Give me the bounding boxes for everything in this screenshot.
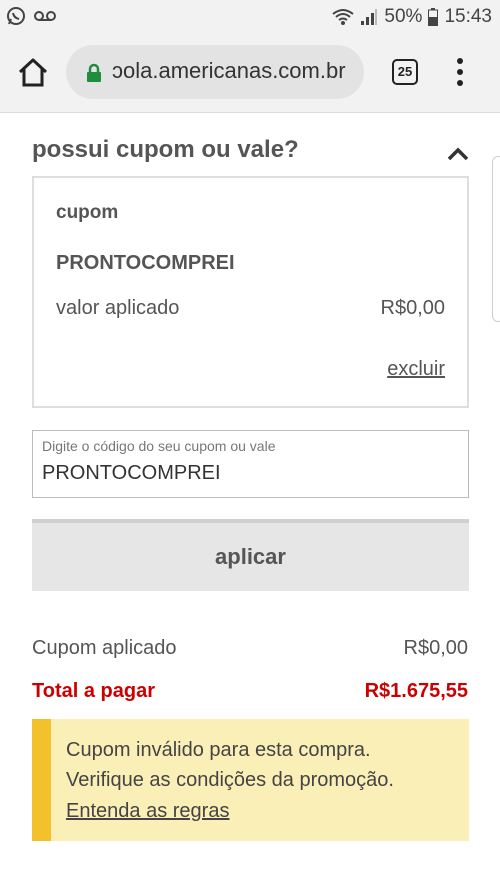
rules-link[interactable]: Entenda as regras bbox=[66, 800, 229, 823]
total-value: R$1.675,55 bbox=[364, 680, 468, 702]
invalid-coupon-alert: Cupom inválido para esta compra. Verifiq… bbox=[32, 719, 469, 841]
apply-button[interactable]: aplicar bbox=[32, 519, 469, 591]
coupon-input-field[interactable]: Digite o código do seu cupom ou vale bbox=[32, 430, 469, 498]
total-label: Total a pagar bbox=[32, 680, 155, 702]
applied-value: R$0,00 bbox=[380, 297, 446, 319]
status-bar: 50% 15:43 bbox=[0, 0, 500, 34]
url-text: ɔola.americanas.com.br bbox=[112, 58, 346, 83]
coupon-code: PRONTOCOMPREI bbox=[56, 252, 235, 274]
coupon-label: cupom bbox=[56, 202, 119, 223]
battery-icon bbox=[428, 8, 439, 26]
status-right: 50% 15:43 bbox=[332, 6, 492, 28]
applied-value-label: valor aplicado bbox=[56, 297, 180, 319]
coupon-input[interactable] bbox=[42, 462, 442, 485]
clock: 15:43 bbox=[444, 6, 492, 27]
battery-percent: 50% bbox=[384, 6, 423, 27]
tabs-button[interactable]: 25 bbox=[392, 59, 418, 85]
coupon-applied-label: Cupom aplicado bbox=[32, 637, 177, 659]
remove-coupon-link[interactable]: excluir bbox=[387, 358, 445, 381]
alert-submessage: Verifique as condições da promoção. bbox=[66, 769, 394, 791]
section-title: possui cupom ou vale? bbox=[32, 136, 299, 163]
status-left bbox=[6, 6, 56, 26]
home-button[interactable] bbox=[16, 56, 50, 90]
home-icon bbox=[18, 58, 48, 87]
address-bar[interactable]: ɔola.americanas.com.br bbox=[66, 45, 364, 99]
scrollbar[interactable] bbox=[492, 156, 500, 322]
applied-coupon-card: cupom PRONTOCOMPREI valor aplicado R$0,0… bbox=[32, 176, 469, 408]
lock-icon bbox=[86, 63, 102, 88]
overflow-menu-icon[interactable] bbox=[453, 58, 467, 88]
tab-count: 25 bbox=[397, 64, 413, 79]
chevron-up-icon[interactable] bbox=[446, 146, 470, 162]
wifi-icon bbox=[332, 8, 355, 26]
alert-message: Cupom inválido para esta compra. bbox=[66, 739, 371, 761]
signal-icon bbox=[360, 8, 378, 26]
voicemail-icon bbox=[34, 9, 56, 23]
browser-toolbar: ɔola.americanas.com.br 25 bbox=[0, 34, 500, 113]
coupon-input-label: Digite o código do seu cupom ou vale bbox=[42, 438, 276, 454]
whatsapp-icon bbox=[6, 6, 26, 26]
coupon-applied-value: R$0,00 bbox=[403, 637, 469, 659]
